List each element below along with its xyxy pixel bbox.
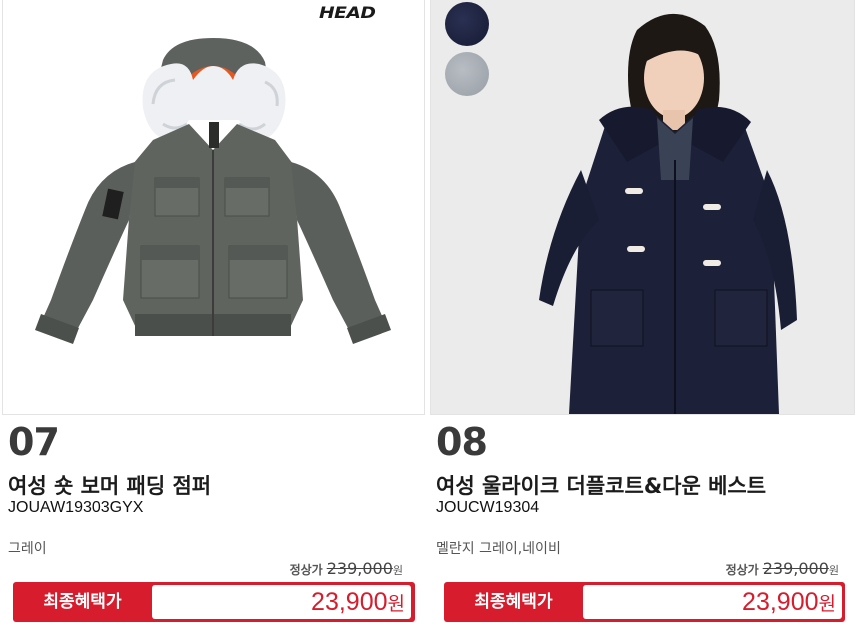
final-benefit-price-box[interactable]: 최종혜택가 23,900원 xyxy=(13,582,415,622)
regular-price: 정상가 239,000원 xyxy=(290,559,403,578)
product-color: 멜란지 그레이,네이비 xyxy=(436,541,561,557)
product-image[interactable]: HEAD xyxy=(2,0,425,415)
regular-price: 정상가 239,000원 xyxy=(726,559,839,578)
product-number: 08 xyxy=(436,420,488,464)
final-benefit-price-box[interactable]: 최종혜택가 23,900원 xyxy=(444,582,845,622)
product-name[interactable]: 여성 울라이크 더플코트&다운 베스트 xyxy=(436,470,766,500)
brand-logo: HEAD xyxy=(319,4,375,23)
model-illustration xyxy=(431,0,854,414)
final-benefit-price-unit: 원 xyxy=(387,593,405,615)
final-benefit-price: 23,900원 xyxy=(583,585,842,619)
product-number: 07 xyxy=(8,420,60,464)
melange-gray-swatch[interactable] xyxy=(445,52,489,96)
jacket-illustration: HEAD xyxy=(35,4,391,344)
product-code: JOUCW19304 xyxy=(436,499,540,516)
final-benefit-price-value: 23,900 xyxy=(311,588,388,616)
product-color: 그레이 xyxy=(8,541,47,557)
final-benefit-price-unit: 원 xyxy=(818,593,836,615)
product-image[interactable] xyxy=(430,0,855,415)
regular-price-value: 239,000 xyxy=(762,559,829,578)
product-card-07[interactable]: HEAD 07 여성 숏 보머 패딩 점퍼 JOUAW19303GYX 그레이 … xyxy=(0,0,425,632)
product-name[interactable]: 여성 숏 보머 패딩 점퍼 xyxy=(8,470,211,500)
regular-price-unit: 원 xyxy=(828,564,839,577)
regular-price-label: 정상가 xyxy=(289,563,323,577)
navy-swatch[interactable] xyxy=(445,2,489,46)
product-card-08[interactable]: 08 여성 울라이크 더플코트&다운 베스트 JOUCW19304 멜란지 그레… xyxy=(430,0,855,632)
product-code: JOUAW19303GYX xyxy=(8,499,144,516)
regular-price-unit: 원 xyxy=(392,564,403,577)
regular-price-label: 정상가 xyxy=(725,563,759,577)
final-benefit-price: 23,900원 xyxy=(152,585,411,619)
regular-price-value: 239,000 xyxy=(326,559,393,578)
final-benefit-label: 최종혜택가 xyxy=(474,592,553,612)
final-benefit-price-value: 23,900 xyxy=(742,588,819,616)
final-benefit-label: 최종혜택가 xyxy=(43,592,122,612)
